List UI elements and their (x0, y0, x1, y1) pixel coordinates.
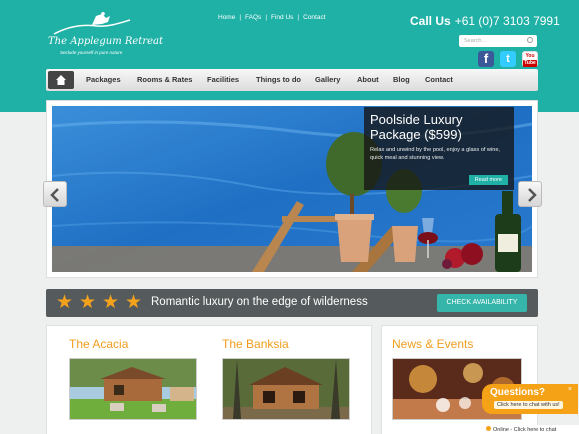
package-description: Relax and unwind by the pool, enjoy a gl… (370, 147, 500, 161)
banksia-title[interactable]: The Banksia (222, 337, 289, 351)
youtube-label-top: You (525, 53, 535, 59)
call-label: Call Us (410, 14, 451, 28)
top-links: Home | FAQs | Find Us | Contact (218, 14, 326, 21)
chevron-left-icon (50, 188, 59, 202)
youtube-label-bottom: Tube (523, 60, 537, 67)
acacia-title[interactable]: The Acacia (69, 337, 128, 351)
nav-item-facilities[interactable]: Facilities (207, 75, 239, 84)
banksia-image[interactable] (222, 358, 350, 420)
package-overlay: Poolside Luxury Package ($599) Relax and… (364, 107, 514, 190)
chat-widget[interactable]: Questions? × Click here to chat with us! (482, 384, 578, 414)
home-icon (56, 75, 66, 85)
site-header: The Applegum Retreat Seclude yourself in… (0, 0, 579, 112)
main-nav: Packages Rooms & Rates Facilities Things… (46, 69, 538, 91)
logo-name: The Applegum Retreat (48, 36, 163, 47)
search-placeholder: Search... (464, 38, 487, 44)
nav-item-contact[interactable]: Contact (425, 75, 453, 84)
twitter-icon[interactable]: t (500, 51, 516, 67)
toplink-find-us[interactable]: Find Us (271, 14, 293, 21)
search-input[interactable]: Search... (459, 35, 537, 47)
nav-item-things-to-do[interactable]: Things to do (256, 75, 301, 84)
star-icon: ★ (125, 292, 143, 313)
horse-rider-icon (53, 12, 131, 35)
youtube-icon[interactable]: You Tube (522, 51, 538, 67)
close-icon[interactable]: × (568, 386, 572, 393)
phone-number[interactable]: +61 (0)7 3103 7991 (455, 14, 560, 28)
call-us: Call Us +61 (0)7 3103 7991 (410, 14, 560, 28)
nav-item-packages[interactable]: Packages (86, 75, 121, 84)
chat-online-bar[interactable]: Online - Click here to chat (482, 425, 579, 434)
toplink-faqs[interactable]: FAQs (245, 14, 261, 21)
nav-item-blog[interactable]: Blog (393, 75, 410, 84)
toplink-home[interactable]: Home (218, 14, 235, 21)
slider-next-button[interactable] (518, 181, 542, 207)
nav-item-rooms-rates[interactable]: Rooms & Rates (137, 75, 192, 84)
nav-item-about[interactable]: About (357, 75, 379, 84)
facebook-icon[interactable]: f (478, 51, 494, 67)
chat-title: Questions? (490, 387, 546, 398)
acacia-image[interactable] (69, 358, 197, 420)
package-title: Poolside Luxury Package ($599) (370, 112, 463, 142)
chat-online-text: Online - Click here to chat (493, 427, 557, 433)
star-icon: ★ (56, 292, 74, 313)
online-status-icon (486, 426, 491, 431)
logo-tagline: Seclude yourself in pure nature (60, 50, 123, 55)
read-more-button[interactable]: Read more (468, 175, 508, 185)
news-title[interactable]: News & Events (392, 337, 473, 351)
star-icon: ★ (79, 292, 97, 313)
star-icon: ★ (102, 292, 120, 313)
nav-home-button[interactable] (48, 71, 74, 89)
slider-prev-button[interactable] (43, 181, 67, 207)
chat-subtitle: Click here to chat with us! (494, 401, 563, 409)
search-icon[interactable] (527, 37, 533, 43)
chevron-right-icon (528, 188, 537, 202)
logo[interactable]: The Applegum Retreat Seclude yourself in… (46, 12, 163, 58)
tagline-banner: ★ ★ ★ ★ Romantic luxury on the edge of w… (46, 289, 538, 317)
toplink-contact[interactable]: Contact (303, 14, 325, 21)
nav-item-gallery[interactable]: Gallery (315, 75, 340, 84)
banner-tagline: Romantic luxury on the edge of wildernes… (151, 296, 368, 308)
check-availability-button[interactable]: CHECK AVAILABILITY (437, 294, 527, 312)
